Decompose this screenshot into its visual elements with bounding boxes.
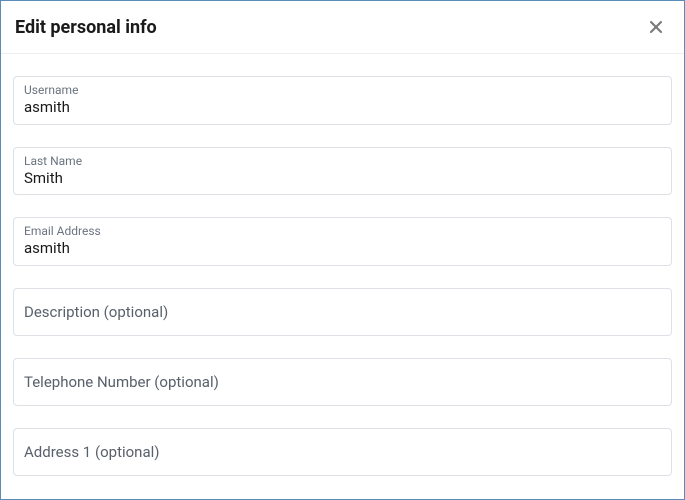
- modal-header: Edit personal info: [1, 1, 684, 54]
- last-name-field[interactable]: Last Name Smith: [13, 147, 672, 196]
- modal-body: Username asmith Last Name Smith Email Ad…: [1, 54, 684, 476]
- email-field[interactable]: Email Address asmith: [13, 217, 672, 266]
- close-button[interactable]: [644, 15, 668, 39]
- username-field[interactable]: Username asmith: [13, 76, 672, 125]
- telephone-label: Telephone Number (optional): [24, 373, 661, 391]
- last-name-label: Last Name: [24, 154, 661, 168]
- email-label: Email Address: [24, 224, 661, 238]
- email-value: asmith: [24, 239, 661, 259]
- description-label: Description (optional): [24, 303, 661, 321]
- address1-label: Address 1 (optional): [24, 443, 661, 461]
- username-value: asmith: [24, 98, 661, 118]
- username-label: Username: [24, 83, 661, 97]
- description-field[interactable]: Description (optional): [13, 288, 672, 336]
- modal-title: Edit personal info: [15, 17, 157, 38]
- telephone-field[interactable]: Telephone Number (optional): [13, 358, 672, 406]
- close-icon: [648, 19, 664, 35]
- last-name-value: Smith: [24, 169, 661, 189]
- address1-field[interactable]: Address 1 (optional): [13, 428, 672, 476]
